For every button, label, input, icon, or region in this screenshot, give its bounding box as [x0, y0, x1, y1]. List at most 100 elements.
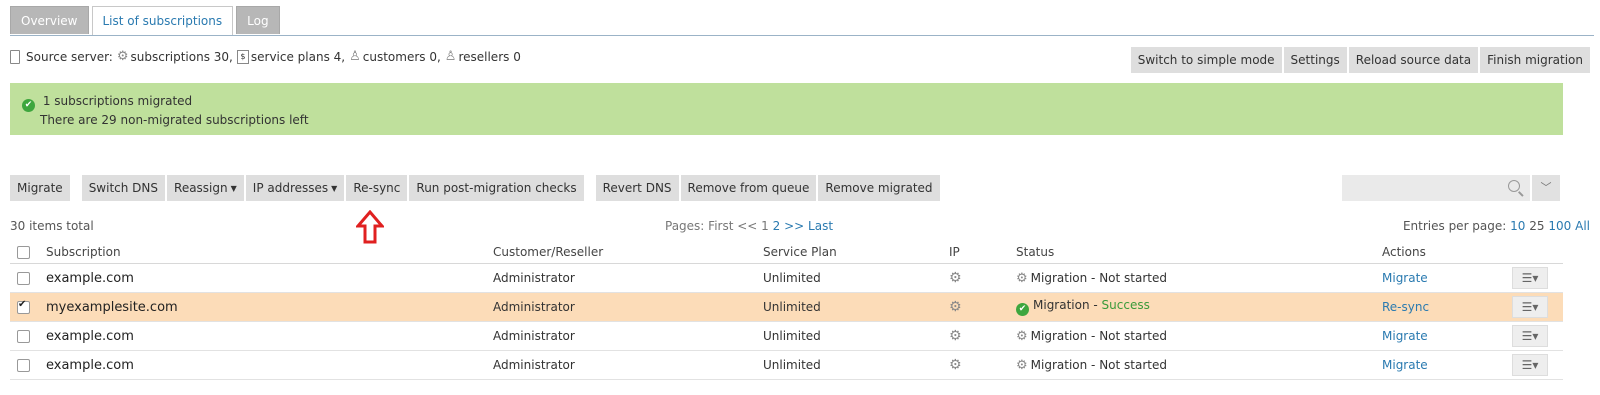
row-menu-button[interactable]: ☰▾: [1512, 267, 1548, 289]
revert-dns-button[interactable]: Revert DNS: [595, 175, 679, 201]
reload-source-data-button[interactable]: Reload source data: [1348, 47, 1479, 73]
entries-per-page: Entries per page: 10 25 100 All: [1403, 219, 1590, 233]
switch-dns-button[interactable]: Switch DNS: [81, 175, 166, 201]
customer-cell: Administrator: [493, 292, 763, 322]
items-total: 30 items total: [10, 219, 94, 233]
reassign-label: Reassign: [174, 181, 228, 195]
page-link-2[interactable]: 2: [773, 219, 781, 233]
page-current: 1: [761, 219, 769, 233]
row-checkbox[interactable]: [17, 272, 30, 285]
source-server-summary: Source server: ⚙ subscriptions 30, $ ser…: [10, 49, 521, 64]
status-cell: ⚙ Migration - Not started: [1016, 321, 1382, 351]
row-menu-button[interactable]: ☰▾: [1512, 354, 1548, 376]
run-post-migration-checks-button[interactable]: Run post-migration checks: [409, 175, 584, 201]
tab-divider: [10, 35, 1594, 36]
search-icon[interactable]: [1508, 180, 1520, 192]
chevron-down-icon: ﹀: [1540, 181, 1552, 194]
table-row: example.com Administrator Unlimited ⚙ ⚙ M…: [10, 263, 1563, 293]
ip-gear-icon: ⚙: [949, 328, 962, 344]
ip-gear-icon: ⚙: [949, 299, 962, 315]
service-plan-cell: Unlimited: [763, 321, 949, 351]
ip-gear-icon: ⚙: [949, 270, 962, 286]
row-migrate-link[interactable]: Migrate: [1382, 358, 1428, 372]
select-all-checkbox[interactable]: [17, 245, 30, 259]
last-page-link[interactable]: Last: [808, 219, 833, 233]
actions-column-header: Actions: [1382, 240, 1512, 264]
subscription-cell: example.com: [46, 263, 493, 293]
subscription-cell: example.com: [46, 350, 493, 380]
table-header-row: Subscription Customer/Reseller Service P…: [10, 240, 1563, 264]
tab-overview[interactable]: Overview: [10, 6, 89, 34]
pagination: Pages: First << 1 2 >> Last: [665, 219, 833, 233]
service-plan-column-header[interactable]: Service Plan: [763, 240, 949, 264]
service-plan-cell: Unlimited: [763, 350, 949, 380]
row-checkbox[interactable]: [17, 330, 30, 343]
entries-25-current: 25: [1529, 219, 1545, 233]
customer-column-header[interactable]: Customer/Reseller: [493, 240, 763, 264]
status-prefix: Migration -: [1030, 357, 1100, 372]
resellers-count: resellers 0: [458, 49, 521, 64]
status-value: Not started: [1099, 328, 1167, 343]
status-gear-icon: ⚙: [1016, 328, 1028, 344]
source-server-label: Source server:: [26, 49, 113, 64]
hamburger-icon: ☰▾: [1521, 329, 1539, 343]
check-circle-icon: ✔: [22, 99, 35, 112]
tab-list-of-subscriptions[interactable]: List of subscriptions: [91, 6, 234, 36]
next-page-link[interactable]: >>: [784, 219, 804, 233]
remove-migrated-button[interactable]: Remove migrated: [818, 175, 940, 201]
entries-10-link[interactable]: 10: [1510, 219, 1525, 233]
hamburger-icon: ☰▾: [1521, 358, 1539, 372]
ip-addresses-button[interactable]: IP addresses ▼: [245, 175, 345, 201]
status-cell: ⚙ Migration - Not started: [1016, 350, 1382, 380]
search-input[interactable]: [1342, 175, 1530, 201]
hamburger-icon: ☰▾: [1521, 300, 1539, 314]
entries-all-link[interactable]: All: [1575, 219, 1590, 233]
remove-from-queue-button[interactable]: Remove from queue: [680, 175, 817, 201]
service-plan-icon: $: [236, 49, 249, 64]
ip-column-header: IP: [949, 240, 1016, 264]
entries-100-link[interactable]: 100: [1548, 219, 1571, 233]
top-actions: Switch to simple mode Settings Reload so…: [1129, 47, 1590, 73]
status-value: Success: [1101, 298, 1150, 312]
row-menu-button[interactable]: ☰▾: [1512, 296, 1548, 318]
subscription-column-header[interactable]: Subscription: [46, 240, 493, 264]
service-plan-cell: Unlimited: [763, 292, 949, 322]
banner-remaining-text: There are 29 non-migrated subscriptions …: [40, 113, 309, 127]
search-options-dropdown[interactable]: ﹀: [1532, 175, 1560, 201]
gear-icon: ⚙: [116, 49, 129, 64]
status-gear-icon: ⚙: [1016, 270, 1028, 286]
hamburger-icon: ☰▾: [1521, 271, 1539, 285]
status-prefix: Migration -: [1030, 328, 1100, 343]
resync-button[interactable]: Re-sync: [346, 175, 408, 201]
migrate-button[interactable]: Migrate: [10, 175, 70, 201]
ip-gear-icon: ⚙: [949, 357, 962, 373]
ip-addresses-label: IP addresses: [252, 181, 329, 195]
reassign-button[interactable]: Reassign ▼: [167, 175, 244, 201]
status-value: Not started: [1099, 270, 1167, 285]
entries-per-page-label: Entries per page:: [1402, 219, 1507, 233]
list-meta: 30 items total Pages: First << 1 2 >> La…: [10, 219, 1590, 235]
table-row: example.com Administrator Unlimited ⚙ ⚙ M…: [10, 321, 1563, 351]
switch-to-simple-mode-button[interactable]: Switch to simple mode: [1130, 47, 1282, 73]
subscriptions-table: Subscription Customer/Reseller Service P…: [10, 240, 1563, 380]
row-migrate-link[interactable]: Migrate: [1382, 329, 1428, 343]
status-column-header[interactable]: Status: [1016, 240, 1382, 264]
status-cell: ⚙ Migration - Not started: [1016, 263, 1382, 293]
row-checkbox[interactable]: [17, 299, 30, 314]
status-cell: ✔ Migration - Success: [1016, 292, 1382, 322]
tab-bar: Overview List of subscriptions Log: [10, 6, 283, 36]
row-resync-link[interactable]: Re-sync: [1382, 300, 1429, 314]
pages-label: Pages: First <<: [665, 219, 758, 233]
reseller-icon: ♙: [444, 49, 457, 64]
search-area: ﹀: [1342, 175, 1560, 201]
subscription-cell: myexamplesite.com: [46, 292, 493, 322]
finish-migration-button[interactable]: Finish migration: [1480, 47, 1590, 73]
tab-log[interactable]: Log: [236, 6, 280, 34]
row-migrate-link[interactable]: Migrate: [1382, 271, 1428, 285]
row-menu-button[interactable]: ☰▾: [1512, 325, 1548, 347]
row-checkbox[interactable]: [17, 359, 30, 372]
settings-button[interactable]: Settings: [1283, 47, 1347, 73]
customer-cell: Administrator: [493, 263, 763, 293]
service-plan-cell: Unlimited: [763, 263, 949, 293]
subscription-toolbar: Migrate Switch DNS Reassign ▼ IP addresse…: [10, 175, 942, 201]
